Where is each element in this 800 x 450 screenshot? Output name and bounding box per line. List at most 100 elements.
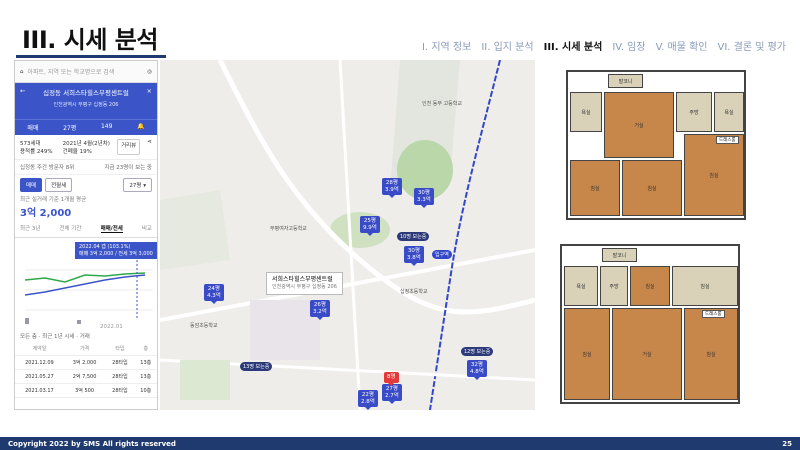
street-view-button[interactable]: 거리뷰	[117, 139, 141, 155]
table-row[interactable]: 2021.05.27 2억 7,500 28타입 13층	[15, 369, 157, 384]
room-bed-left: 침실	[564, 308, 610, 400]
subway-station[interactable]: 입구역	[432, 250, 452, 259]
price-marker[interactable]: 30평 3.3억	[414, 188, 434, 209]
room-kitchen: 주방	[676, 92, 712, 132]
nav-item-4[interactable]: IV. 임장	[612, 38, 645, 53]
cell: 3억 500	[63, 383, 106, 398]
tab-trade-type[interactable]: 매매	[27, 123, 38, 132]
households: 573세대	[20, 141, 41, 147]
dressroom-tag: 드레스룸	[702, 310, 725, 318]
volume-bar	[77, 320, 81, 324]
nav-item-1[interactable]: I. 지역 정보	[422, 38, 471, 53]
room-label: 침실	[647, 185, 657, 192]
floor-area-ratio: 용적률 249%	[20, 149, 53, 155]
room-label: 침실	[700, 283, 710, 290]
marker-price: 3.9억	[385, 186, 399, 193]
room-bed-right: 침실	[684, 308, 738, 400]
close-icon[interactable]: ×	[147, 87, 152, 97]
floorplan-bottom: 발코니 욕실 주방 침실 침실 침실 거실 침실 드레스룸	[560, 244, 740, 404]
room-bed-small: 침실	[630, 266, 670, 306]
table-title: 모든 층 · 최근 1년 시세 · 거래	[20, 334, 90, 340]
viewer-badge[interactable]: 10명 보는중	[397, 232, 430, 241]
tab-rent[interactable]: 전월세	[45, 178, 73, 192]
cell: 13층	[134, 355, 157, 370]
room-bath-2: 욕실	[714, 92, 744, 132]
tab-sale[interactable]: 매매	[20, 178, 43, 192]
search-bar[interactable]: ⌂ 아파트, 지역 또는 학교명으로 검색 ◎	[15, 61, 157, 83]
room-label: 침실	[645, 283, 655, 290]
selected-marker[interactable]: 8명	[384, 372, 399, 386]
room-label: 발코니	[612, 252, 627, 259]
th-date: 계약일	[15, 342, 64, 356]
room-label: 발코니	[618, 78, 633, 85]
table-row[interactable]: 2021.12.09 3억 2,000 28타입 13층	[15, 355, 157, 370]
bell-icon[interactable]: 🔔	[137, 123, 144, 132]
tab-size[interactable]: 27평	[63, 123, 76, 132]
cell: 28타입	[105, 369, 135, 384]
price-marker[interactable]: 28평 3.9억	[382, 178, 402, 199]
room-label: 욕실	[576, 283, 586, 290]
tab-period-all[interactable]: 전체 기간	[60, 224, 82, 233]
tab-comments[interactable]: 149	[101, 123, 112, 132]
search-input[interactable]: 아파트, 지역 또는 학교명으로 검색	[28, 67, 115, 76]
chart-tooltip: 2022.04 갭 (103.1%) 매매 3억 2,000 / 전세 3억 3…	[75, 242, 157, 259]
marker-size: 32평	[470, 362, 483, 368]
cell: 10층	[134, 383, 157, 398]
visitor-row: 십정동 주간 방문자 8위 지금 23명이 보는 중	[15, 160, 157, 175]
tab-sale-jeonse[interactable]: 매매/전세	[100, 224, 123, 233]
area-select-value: 27평	[129, 183, 142, 189]
room-label: 침실	[590, 185, 600, 192]
marker-size: 27평	[385, 386, 398, 392]
viewer-badge[interactable]: 12명 보는중	[461, 347, 494, 356]
price-marker[interactable]: 22평 2.8억	[358, 390, 378, 410]
location-icon[interactable]: ◎	[147, 69, 152, 75]
price-marker[interactable]: 26평 3.2억	[310, 300, 330, 321]
home-icon[interactable]: ⌂	[20, 69, 24, 75]
back-arrow-icon[interactable]: ←	[20, 87, 25, 97]
popup-address: 인천광역시 부평구 십정동 206	[272, 284, 337, 291]
marker-size: 26평	[313, 302, 326, 308]
price-marker[interactable]: 32평 4.8억	[467, 360, 487, 381]
map-place-label: 인천 동부 고등학교	[422, 101, 462, 107]
footer-bar: Copyright 2022 by SMS All rights reserve…	[0, 437, 800, 450]
cell: 2억 7,500	[63, 369, 106, 384]
page-number: 25	[782, 439, 792, 448]
tab-compare[interactable]: 비교	[142, 224, 152, 233]
cell: 28타입	[105, 383, 135, 398]
room-balcony: 발코니	[602, 248, 637, 262]
share-icon[interactable]: ⋖	[147, 139, 152, 155]
price-chart: 2022.04 갭 (103.1%) 매매 3억 2,000 / 전세 3억 3…	[15, 240, 157, 330]
room-label: 주방	[689, 109, 699, 116]
room-label: 욕실	[724, 109, 734, 116]
nav-item-2[interactable]: II. 입지 분석	[481, 38, 533, 53]
room-living: 거실	[612, 308, 682, 400]
area-select[interactable]: 27평 ▾	[123, 178, 152, 192]
map-view[interactable]: 28평 3.9억 30평 3.3억 25평 9.9억 30평 3.8억 24평 4.3억 …	[160, 60, 535, 410]
room-bath: 욕실	[570, 92, 602, 132]
table-row[interactable]: 2021.03.17 3억 500 28타입 10층	[15, 383, 157, 398]
price-marker[interactable]: 27평 2.7억	[382, 384, 402, 405]
price-marker[interactable]: 24평 4.3억	[204, 284, 224, 305]
price-label: 최근 실거래 기준 1개월 평균	[20, 197, 87, 203]
room-label: 거실	[634, 122, 644, 129]
price-marker[interactable]: 25평 9.9억	[360, 216, 380, 237]
viewer-badge[interactable]: 13명 보는중	[240, 362, 273, 371]
cell: 2021.05.27	[15, 369, 64, 384]
marker-price: 3.2억	[313, 308, 327, 315]
slide-title: III. 시세 분석	[22, 26, 158, 54]
nav-item-5[interactable]: V. 매물 확인	[656, 38, 708, 53]
complex-popup[interactable]: 서희스타힐스부평센트럴 인천광역시 부평구 십정동 206	[266, 272, 343, 296]
tab-period-3y[interactable]: 최근 3년	[20, 224, 40, 233]
marker-price: 2.7억	[385, 392, 399, 399]
cell: 2021.12.09	[15, 355, 64, 370]
marker-size: 22평	[361, 392, 374, 398]
floorplan-top: 발코니 욕실 거실 주방 욕실 침실 침실 침실 드레스룸	[566, 70, 746, 220]
th-price: 가격	[63, 342, 106, 356]
dressroom-tag: 드레스룸	[716, 136, 739, 144]
nav-item-3[interactable]: III. 시세 분석	[544, 38, 603, 53]
complex-address: 인천광역시 부평구 십정동 206	[53, 102, 119, 108]
map-background	[160, 60, 535, 410]
marker-size: 28평	[385, 180, 398, 186]
nav-item-6[interactable]: VI. 결론 및 평가	[717, 38, 786, 53]
price-marker[interactable]: 30평 3.8억	[404, 246, 424, 267]
